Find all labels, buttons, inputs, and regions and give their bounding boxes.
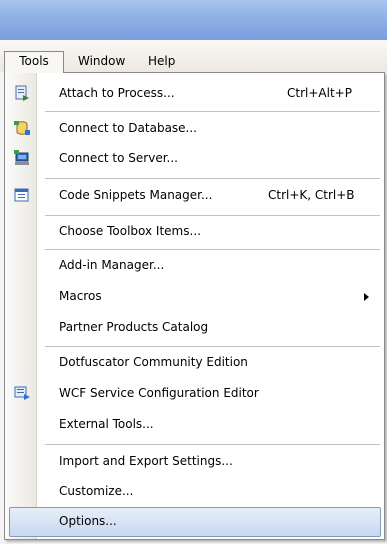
menu-item-code-snippets-manager[interactable]: Code Snippets Manager... Ctrl+K, Ctrl+B xyxy=(6,181,383,211)
connect-database-icon xyxy=(14,120,30,136)
menu-item-label: Partner Products Catalog xyxy=(59,320,209,334)
menu-item-label: Customize... xyxy=(59,484,134,498)
menu-item-connect-to-database[interactable]: Connect to Database... xyxy=(6,114,383,144)
menu-item-label: Code Snippets Manager... xyxy=(59,188,213,202)
snippets-manager-icon xyxy=(14,187,30,203)
menu-item-label: Choose Toolbox Items... xyxy=(59,224,201,238)
menu-bar: Tools Window Help xyxy=(0,40,387,73)
menu-separator xyxy=(45,111,380,112)
window-titlebar xyxy=(0,0,387,40)
menu-item-label: Import and Export Settings... xyxy=(59,454,233,468)
menu-item-options[interactable]: Options... xyxy=(9,507,381,537)
menu-item-label: External Tools... xyxy=(59,417,154,431)
menu-item-label: Connect to Server... xyxy=(59,151,178,165)
connect-server-icon xyxy=(14,150,30,166)
menu-item-label: Macros xyxy=(59,289,102,303)
menu-item-attach-to-process[interactable]: Attach to Process... Ctrl+Alt+P xyxy=(6,79,383,109)
menu-item-label: WCF Service Configuration Editor xyxy=(59,386,259,400)
menu-item-label: Add-in Manager... xyxy=(59,258,165,272)
menu-separator xyxy=(45,215,380,216)
menu-separator xyxy=(45,444,380,445)
menu-item-label: Dotfuscator Community Edition xyxy=(59,355,248,369)
menu-separator xyxy=(45,346,380,347)
tools-dropdown-menu: Attach to Process... Ctrl+Alt+P Connect … xyxy=(4,72,385,540)
menu-item-shortcut: Ctrl+Alt+P xyxy=(287,86,352,100)
menu-item-connect-to-server[interactable]: Connect to Server... xyxy=(6,144,383,174)
wcf-editor-icon xyxy=(14,385,30,401)
menu-item-add-in-manager[interactable]: Add-in Manager... xyxy=(6,251,383,281)
menu-tools[interactable]: Tools xyxy=(4,51,64,73)
attach-process-icon xyxy=(14,85,30,101)
menu-item-wcf-service-configuration-editor[interactable]: WCF Service Configuration Editor xyxy=(6,379,383,409)
menu-item-customize[interactable]: Customize... xyxy=(6,477,383,507)
menu-item-label: Attach to Process... xyxy=(59,86,175,100)
menu-item-external-tools[interactable]: External Tools... xyxy=(6,410,383,440)
menu-item-label: Options... xyxy=(59,514,117,528)
menu-item-import-export-settings[interactable]: Import and Export Settings... xyxy=(6,447,383,477)
menu-help[interactable]: Help xyxy=(142,52,181,71)
menu-item-label: Connect to Database... xyxy=(59,121,197,135)
menu-window[interactable]: Window xyxy=(72,52,131,71)
menu-item-macros[interactable]: Macros xyxy=(6,282,383,312)
menu-item-shortcut: Ctrl+K, Ctrl+B xyxy=(268,188,355,202)
menu-separator xyxy=(45,178,380,179)
menu-separator xyxy=(45,249,380,250)
menu-item-partner-products-catalog[interactable]: Partner Products Catalog xyxy=(6,313,383,343)
submenu-arrow-icon xyxy=(364,293,369,301)
menu-item-choose-toolbox-items[interactable]: Choose Toolbox Items... xyxy=(6,217,383,247)
menu-item-dotfuscator[interactable]: Dotfuscator Community Edition xyxy=(6,348,383,378)
